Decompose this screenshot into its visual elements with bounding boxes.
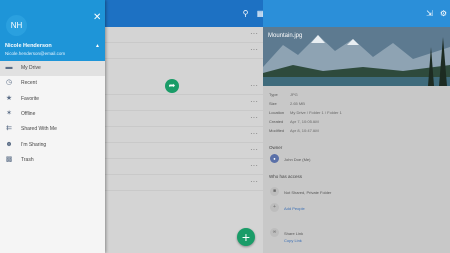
prop-label-size: Size (269, 101, 277, 106)
image-preview: Mountain.jpg (263, 27, 450, 86)
share-button[interactable]: ➦ (165, 79, 179, 93)
more-options-icon[interactable]: ··· (250, 97, 258, 106)
search-icon[interactable]: ⚲ (241, 9, 250, 18)
list-item[interactable]: ··· (105, 159, 263, 175)
list-item[interactable]: ··· (105, 27, 263, 43)
nav-item-trash[interactable]: ▩ Trash (0, 153, 105, 168)
prop-label-location: Location (269, 110, 285, 115)
offline-icon: ✶ (6, 110, 12, 117)
owner-name: John Doe (Me) (284, 157, 311, 162)
chevron-up-icon[interactable]: ▲ (95, 43, 100, 49)
nav-item-shared-with-me[interactable]: ⇇ Shared With Me (0, 122, 105, 137)
nav-item-recent[interactable]: ◷ Recent (0, 76, 105, 91)
more-options-icon[interactable]: ··· (250, 45, 258, 54)
star-icon: ★ (5, 95, 13, 102)
more-options-icon[interactable]: ··· (250, 29, 258, 38)
nav-item-favorite[interactable]: ★ Favorite (0, 92, 105, 107)
access-status: Not Shared, Private Folder (284, 190, 332, 195)
list-item[interactable]: ··· (105, 111, 263, 127)
settings-icon[interactable]: ⚙ (439, 9, 448, 18)
detail-panel: Mountain.jpg Type JPG Size 2.65 MB Locat… (263, 27, 450, 253)
prop-value-created: Apr 7, 10:05 AM (290, 119, 319, 124)
clock-icon: ◷ (5, 79, 13, 86)
app-window: ⚲ ▦ ⇲ ⚙ ··· ··· ··· ··· ··· ··· ··· ··· … (0, 0, 450, 253)
prop-value-type: JPG (290, 92, 298, 97)
avatar[interactable]: NH (6, 15, 27, 36)
prop-value-location: My Drive / Folder 1 / Folder 1 (290, 110, 342, 115)
add-people-link[interactable]: Add People (284, 206, 305, 211)
nav-label: Recent (21, 80, 37, 86)
add-people-icon[interactable]: + (270, 203, 279, 212)
nav-label: Offline (21, 111, 36, 117)
more-options-icon[interactable]: ··· (250, 177, 258, 186)
more-options-icon[interactable]: ··· (250, 113, 258, 122)
file-list: ··· ··· ··· ··· ··· ··· ··· ··· ··· (105, 27, 263, 253)
shared-icon: ⇇ (6, 125, 12, 132)
nav-item-im-sharing[interactable]: ☻ I'm Sharing (0, 138, 105, 153)
lock-icon: ■ (270, 187, 279, 196)
link-icon: ∞ (270, 228, 279, 237)
file-title: Mountain.jpg (268, 33, 303, 39)
nav-item-offline[interactable]: ✶ Offline (0, 107, 105, 122)
detail-toolbar: ⇲ ⚙ (263, 0, 450, 27)
list-item[interactable]: ··· (105, 43, 263, 59)
list-item[interactable]: ··· (105, 79, 263, 95)
nav-item-my-drive[interactable]: ▬ My Drive (0, 61, 105, 76)
more-options-icon[interactable]: ··· (250, 81, 258, 90)
nav-label: Favorite (21, 96, 40, 102)
more-options-icon[interactable]: ··· (250, 129, 258, 138)
people-icon: ☻ (5, 141, 13, 148)
user-name: Nicole Henderson (5, 43, 52, 49)
expand-icon[interactable]: ⇲ (425, 9, 434, 18)
nav-label: My Drive (21, 65, 41, 71)
prop-value-modified: Apr 8, 10:47 AM (290, 128, 319, 133)
copy-link[interactable]: Copy Link (284, 238, 302, 243)
list-item[interactable]: ··· (105, 95, 263, 111)
prop-label-modified: Modified (269, 128, 285, 133)
nav-label: Shared With Me (21, 126, 57, 132)
access-title: Who has access (269, 174, 303, 179)
owner-title: Owner (269, 145, 283, 150)
user-email: Nicole.henderson@email.com (5, 51, 66, 56)
more-options-icon[interactable]: ··· (250, 161, 258, 170)
prop-label-type: Type (269, 92, 278, 97)
share-link-title: Share Link (284, 231, 304, 236)
prop-label-created: Created (269, 119, 284, 124)
drawer-header: NH ✕ Nicole Henderson Nicole.henderson@e… (0, 0, 105, 61)
list-item[interactable]: ··· (105, 127, 263, 143)
trash-icon: ▩ (5, 156, 13, 163)
more-options-icon[interactable]: ··· (250, 145, 258, 154)
nav-label: I'm Sharing (21, 142, 47, 148)
navigation-drawer: NH ✕ Nicole Henderson Nicole.henderson@e… (0, 0, 105, 253)
list-item[interactable]: ··· (105, 175, 263, 191)
prop-value-size: 2.65 MB (290, 101, 305, 106)
close-icon[interactable]: ✕ (93, 13, 101, 23)
owner-avatar: ● (270, 154, 279, 163)
list-item[interactable]: ··· (105, 143, 263, 159)
folder-icon: ▬ (5, 64, 13, 71)
add-file-button[interactable]: + (237, 228, 255, 246)
nav-label: Trash (21, 157, 34, 163)
